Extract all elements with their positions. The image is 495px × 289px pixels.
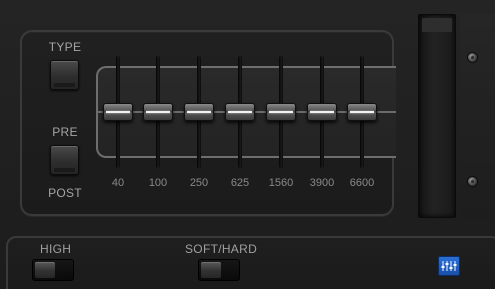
post-label: POST [48,186,82,200]
high-toggle-knob [35,262,55,278]
fader-thumb[interactable] [347,103,377,121]
freq-label: 1560 [268,177,294,189]
fader-thumb[interactable] [266,103,296,121]
fader-thumb[interactable] [103,103,133,121]
rack-bracket [460,14,495,218]
fader-thumb[interactable] [307,103,337,121]
screw-icon [467,52,478,63]
high-label: HIGH [40,242,72,256]
soft-hard-toggle[interactable] [198,259,240,281]
type-label: TYPE [48,40,82,54]
freq-label: 6600 [349,177,375,189]
freq-label: 250 [189,177,209,189]
freq-label: 100 [148,177,168,189]
eq-module: TYPE PRE POST 40 100 250 625 1560 3900 6600 HI… [0,0,495,289]
soft-hard-toggle-knob [201,262,221,278]
fader-thumb[interactable] [184,103,214,121]
pre-label: PRE [52,125,78,139]
eq-view-button[interactable] [438,256,460,276]
pre-post-button[interactable] [50,145,79,175]
screw-icon [467,176,478,187]
fader-thumb[interactable] [143,103,173,121]
freq-label: 40 [111,177,125,189]
high-toggle[interactable] [32,259,74,281]
freq-label: 625 [230,177,250,189]
fader-thumb[interactable] [225,103,255,121]
freq-label: 3900 [309,177,335,189]
rack-slot [418,14,456,218]
soft-hard-label: SOFT/HARD [185,242,258,256]
type-button[interactable] [50,60,79,90]
eq-sliders-icon [441,261,457,271]
